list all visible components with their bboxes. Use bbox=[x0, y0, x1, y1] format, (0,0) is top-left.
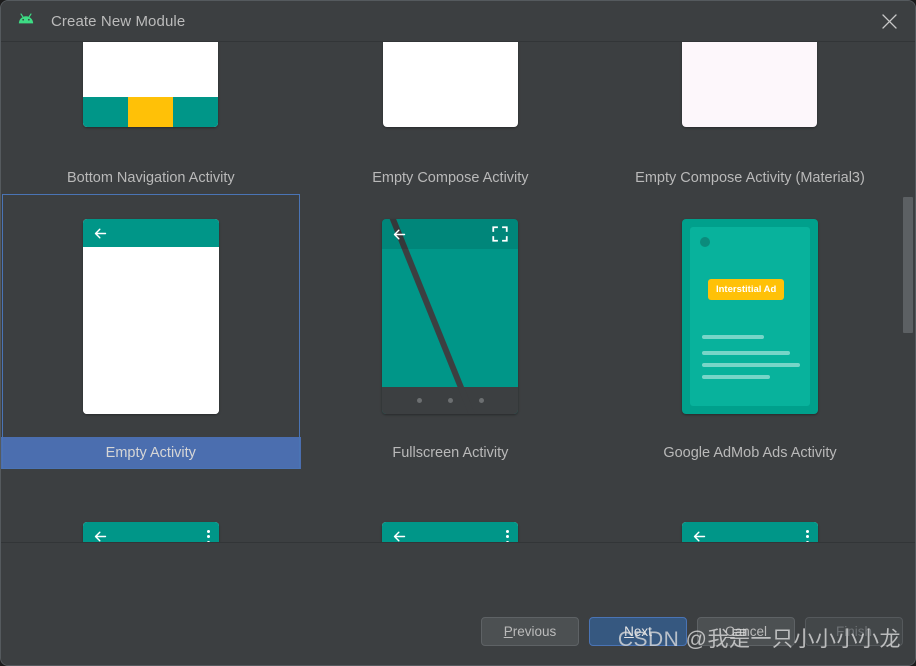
finish-button: Finish bbox=[805, 617, 903, 646]
previous-button-label: revious bbox=[512, 624, 557, 639]
template-label: Empty Compose Activity (Material3) bbox=[635, 170, 865, 186]
template-label: Empty Activity bbox=[1, 437, 301, 469]
nav-dots bbox=[382, 387, 519, 414]
compose-material3-thumb bbox=[600, 42, 900, 162]
cancel-button-label: ancel bbox=[734, 624, 768, 639]
template-label: Google AdMob Ads Activity bbox=[663, 445, 837, 461]
overflow-menu-icon[interactable] bbox=[805, 529, 809, 542]
template-grid: Bottom Navigation Activity Empty Compose… bbox=[1, 42, 900, 542]
login-activity-thumb bbox=[600, 469, 900, 542]
bottom-navigation-thumb bbox=[1, 42, 301, 162]
template-card-bottom-navigation-activity[interactable]: Bottom Navigation Activity bbox=[1, 42, 301, 194]
overflow-menu-icon[interactable] bbox=[206, 529, 210, 542]
fullscreen-expand-icon bbox=[492, 226, 509, 242]
finish-button-label: Finish bbox=[835, 624, 872, 639]
status-dot bbox=[699, 237, 710, 247]
close-icon[interactable] bbox=[863, 1, 915, 42]
back-arrow-icon bbox=[394, 531, 406, 542]
template-card-login-activity[interactable] bbox=[600, 469, 900, 542]
back-arrow-icon bbox=[394, 229, 406, 239]
dialog-button-bar: Previous Next Cancel Finish bbox=[1, 602, 915, 665]
next-button-mnemonic: N bbox=[624, 624, 634, 639]
create-new-module-dialog: Create New Module Bottom Navigation Acti… bbox=[0, 0, 916, 666]
back-arrow-icon bbox=[94, 531, 106, 542]
interstitial-ad-badge: Interstitial Ad bbox=[707, 279, 785, 300]
admob-thumb: Interstitial Ad bbox=[600, 194, 900, 437]
next-button-label: ext bbox=[633, 624, 652, 639]
cancel-button[interactable]: Cancel bbox=[697, 617, 795, 646]
cancel-button-mnemonic: C bbox=[724, 624, 735, 639]
back-arrow-icon bbox=[94, 228, 106, 238]
overflow-menu-icon[interactable] bbox=[506, 529, 510, 542]
template-card-google-maps-activity[interactable] bbox=[1, 469, 301, 542]
fullscreen-activity-thumb bbox=[301, 194, 601, 437]
dialog-title: Create New Module bbox=[51, 12, 186, 30]
template-card-empty-activity[interactable]: Empty Activity bbox=[1, 194, 301, 469]
empty-activity-thumb bbox=[1, 194, 301, 437]
previous-button-mnemonic: P bbox=[503, 624, 513, 639]
template-label: Fullscreen Activity bbox=[392, 445, 509, 461]
back-arrow-icon bbox=[693, 531, 706, 542]
basic-activity-thumb bbox=[301, 469, 601, 542]
template-card-empty-compose-activity-material3[interactable]: Empty Compose Activity (Material3) bbox=[600, 42, 900, 194]
template-label: Empty Compose Activity bbox=[372, 170, 529, 186]
template-gallery[interactable]: Bottom Navigation Activity Empty Compose… bbox=[1, 42, 915, 542]
dialog-title-bar: Create New Module bbox=[1, 1, 915, 42]
template-card-fullscreen-activity[interactable]: Fullscreen Activity bbox=[301, 194, 601, 469]
google-maps-thumb bbox=[1, 469, 301, 542]
template-card-empty-compose-activity[interactable]: Empty Compose Activity bbox=[301, 42, 601, 194]
template-label: Bottom Navigation Activity bbox=[66, 170, 235, 186]
vertical-scrollbar[interactable] bbox=[900, 84, 913, 418]
previous-button[interactable]: Previous bbox=[481, 617, 579, 646]
android-icon bbox=[15, 10, 37, 32]
template-card-google-admob-ads-activity[interactable]: Interstitial Ad Google AdMob Ads Activit… bbox=[600, 194, 900, 469]
next-button[interactable]: Next bbox=[589, 617, 687, 646]
template-card-basic-activity[interactable] bbox=[301, 469, 601, 542]
footer-spacer bbox=[1, 542, 915, 602]
scrollbar-thumb[interactable] bbox=[903, 197, 913, 333]
compose-thumb bbox=[301, 42, 601, 162]
